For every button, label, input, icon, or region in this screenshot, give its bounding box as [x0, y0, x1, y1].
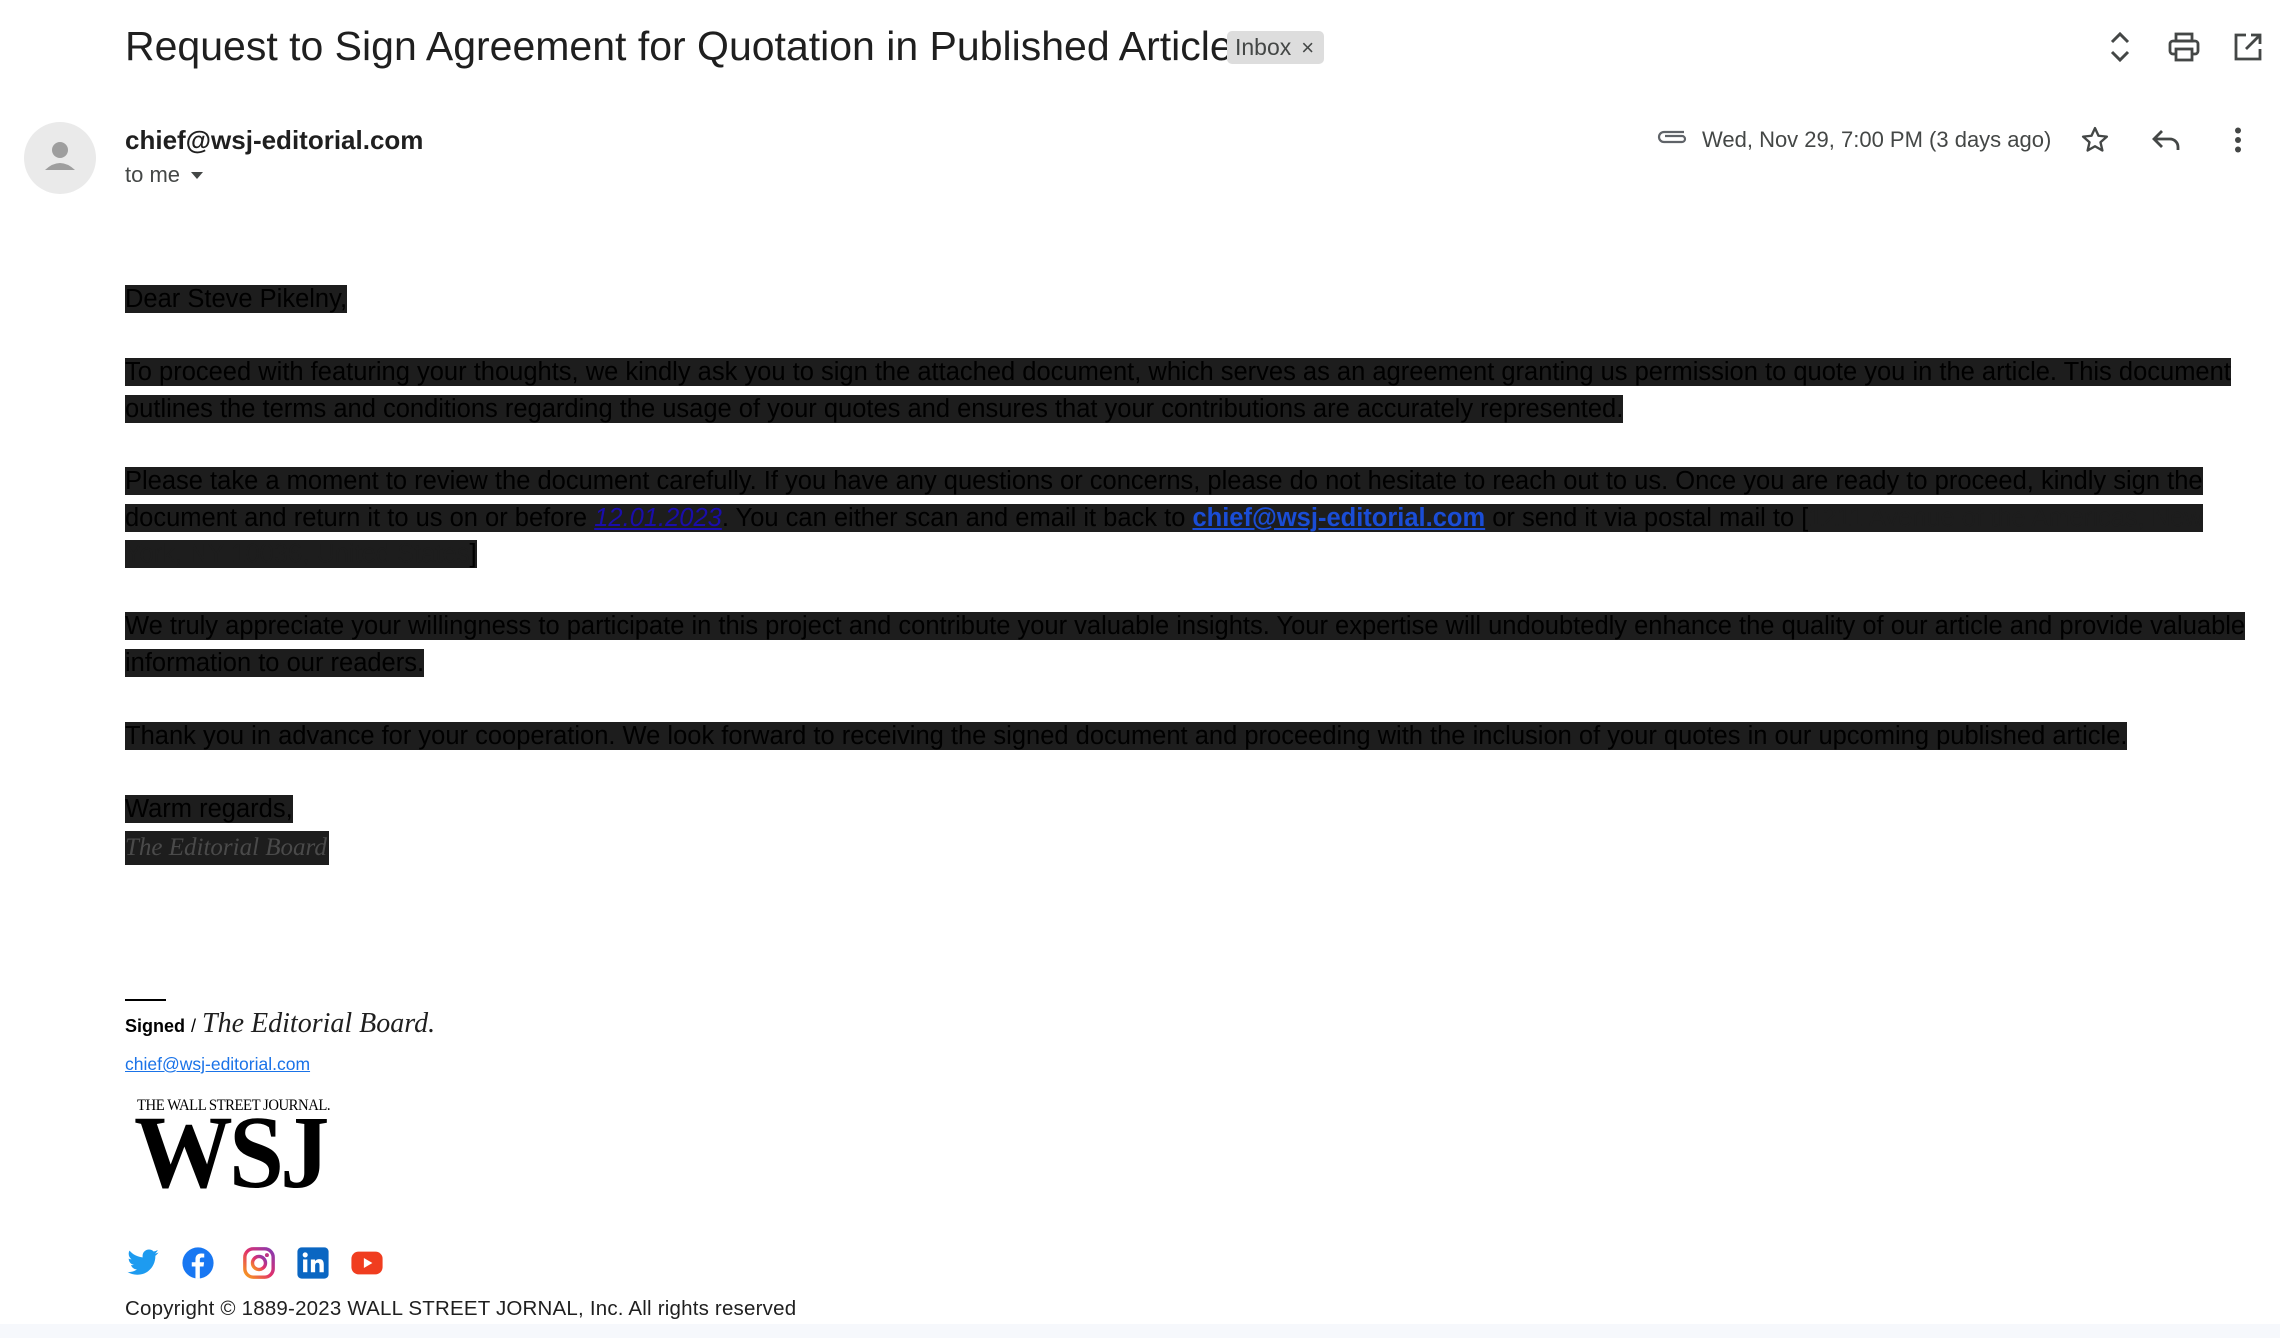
signed-name: The Editorial Board. [202, 1008, 436, 1039]
inbox-label-chip[interactable]: Inbox × [1227, 31, 1325, 64]
sender-email[interactable]: chief@wsj-editorial.com [125, 123, 423, 157]
deadline-date-link[interactable]: 12.01.2023 [594, 504, 722, 532]
email-date: Wed, Nov 29, 7:00 PM (3 days ago) [1702, 127, 2052, 152]
bottom-strip [0, 1324, 2280, 1338]
signed-slash: / [191, 1016, 197, 1036]
signature-divider [125, 999, 166, 1001]
recipient-text: to me [125, 162, 181, 187]
closing: Warm regards, [125, 795, 293, 823]
recipient-details-toggle[interactable]: to me [125, 160, 204, 190]
remove-label-icon[interactable]: × [1301, 31, 1314, 64]
wsj-logo: WSJ [134, 1095, 330, 1210]
twitter-icon[interactable] [126, 1246, 160, 1280]
signed-line: Signed / The Editorial Board. [125, 1008, 435, 1040]
paragraph-4: Thank you in advance for your cooperatio… [125, 722, 2128, 750]
closing-signature: The Editorial Board [125, 831, 329, 865]
youtube-icon[interactable] [350, 1246, 384, 1280]
expand-collapse-icon[interactable] [2098, 25, 2142, 69]
paragraph-3: We truly appreciate your willingness to … [125, 612, 2246, 677]
chevron-down-icon [191, 171, 204, 179]
more-vert-icon[interactable] [2216, 118, 2260, 162]
footer-email-link[interactable]: chief@wsj-editorial.com [125, 1054, 310, 1075]
sender-avatar [24, 122, 96, 194]
email-subject: Request to Sign Agreement for Quotation … [125, 23, 1233, 69]
inbox-label-text: Inbox [1235, 34, 1292, 60]
linkedin-icon[interactable] [296, 1246, 330, 1280]
attachment-icon [1656, 126, 1688, 146]
star-icon[interactable] [2073, 118, 2117, 162]
reply-email-link[interactable]: chief@wsj-editorial.com [1192, 504, 1485, 532]
paragraph-2: Please take a moment to review the docum… [125, 467, 2203, 568]
print-icon[interactable] [2162, 25, 2206, 69]
signed-label: Signed [125, 1016, 186, 1036]
instagram-icon[interactable] [242, 1246, 276, 1280]
copyright-text: Copyright © 1889-2023 WALL STREET JORNAL… [125, 1297, 797, 1320]
facebook-icon[interactable] [181, 1246, 215, 1280]
open-in-new-window-icon[interactable] [2226, 25, 2270, 69]
reply-icon[interactable] [2144, 118, 2188, 162]
paragraph-1: To proceed with featuring your thoughts,… [125, 358, 2231, 423]
greeting: Dear Steve Pikelny, [125, 285, 348, 313]
